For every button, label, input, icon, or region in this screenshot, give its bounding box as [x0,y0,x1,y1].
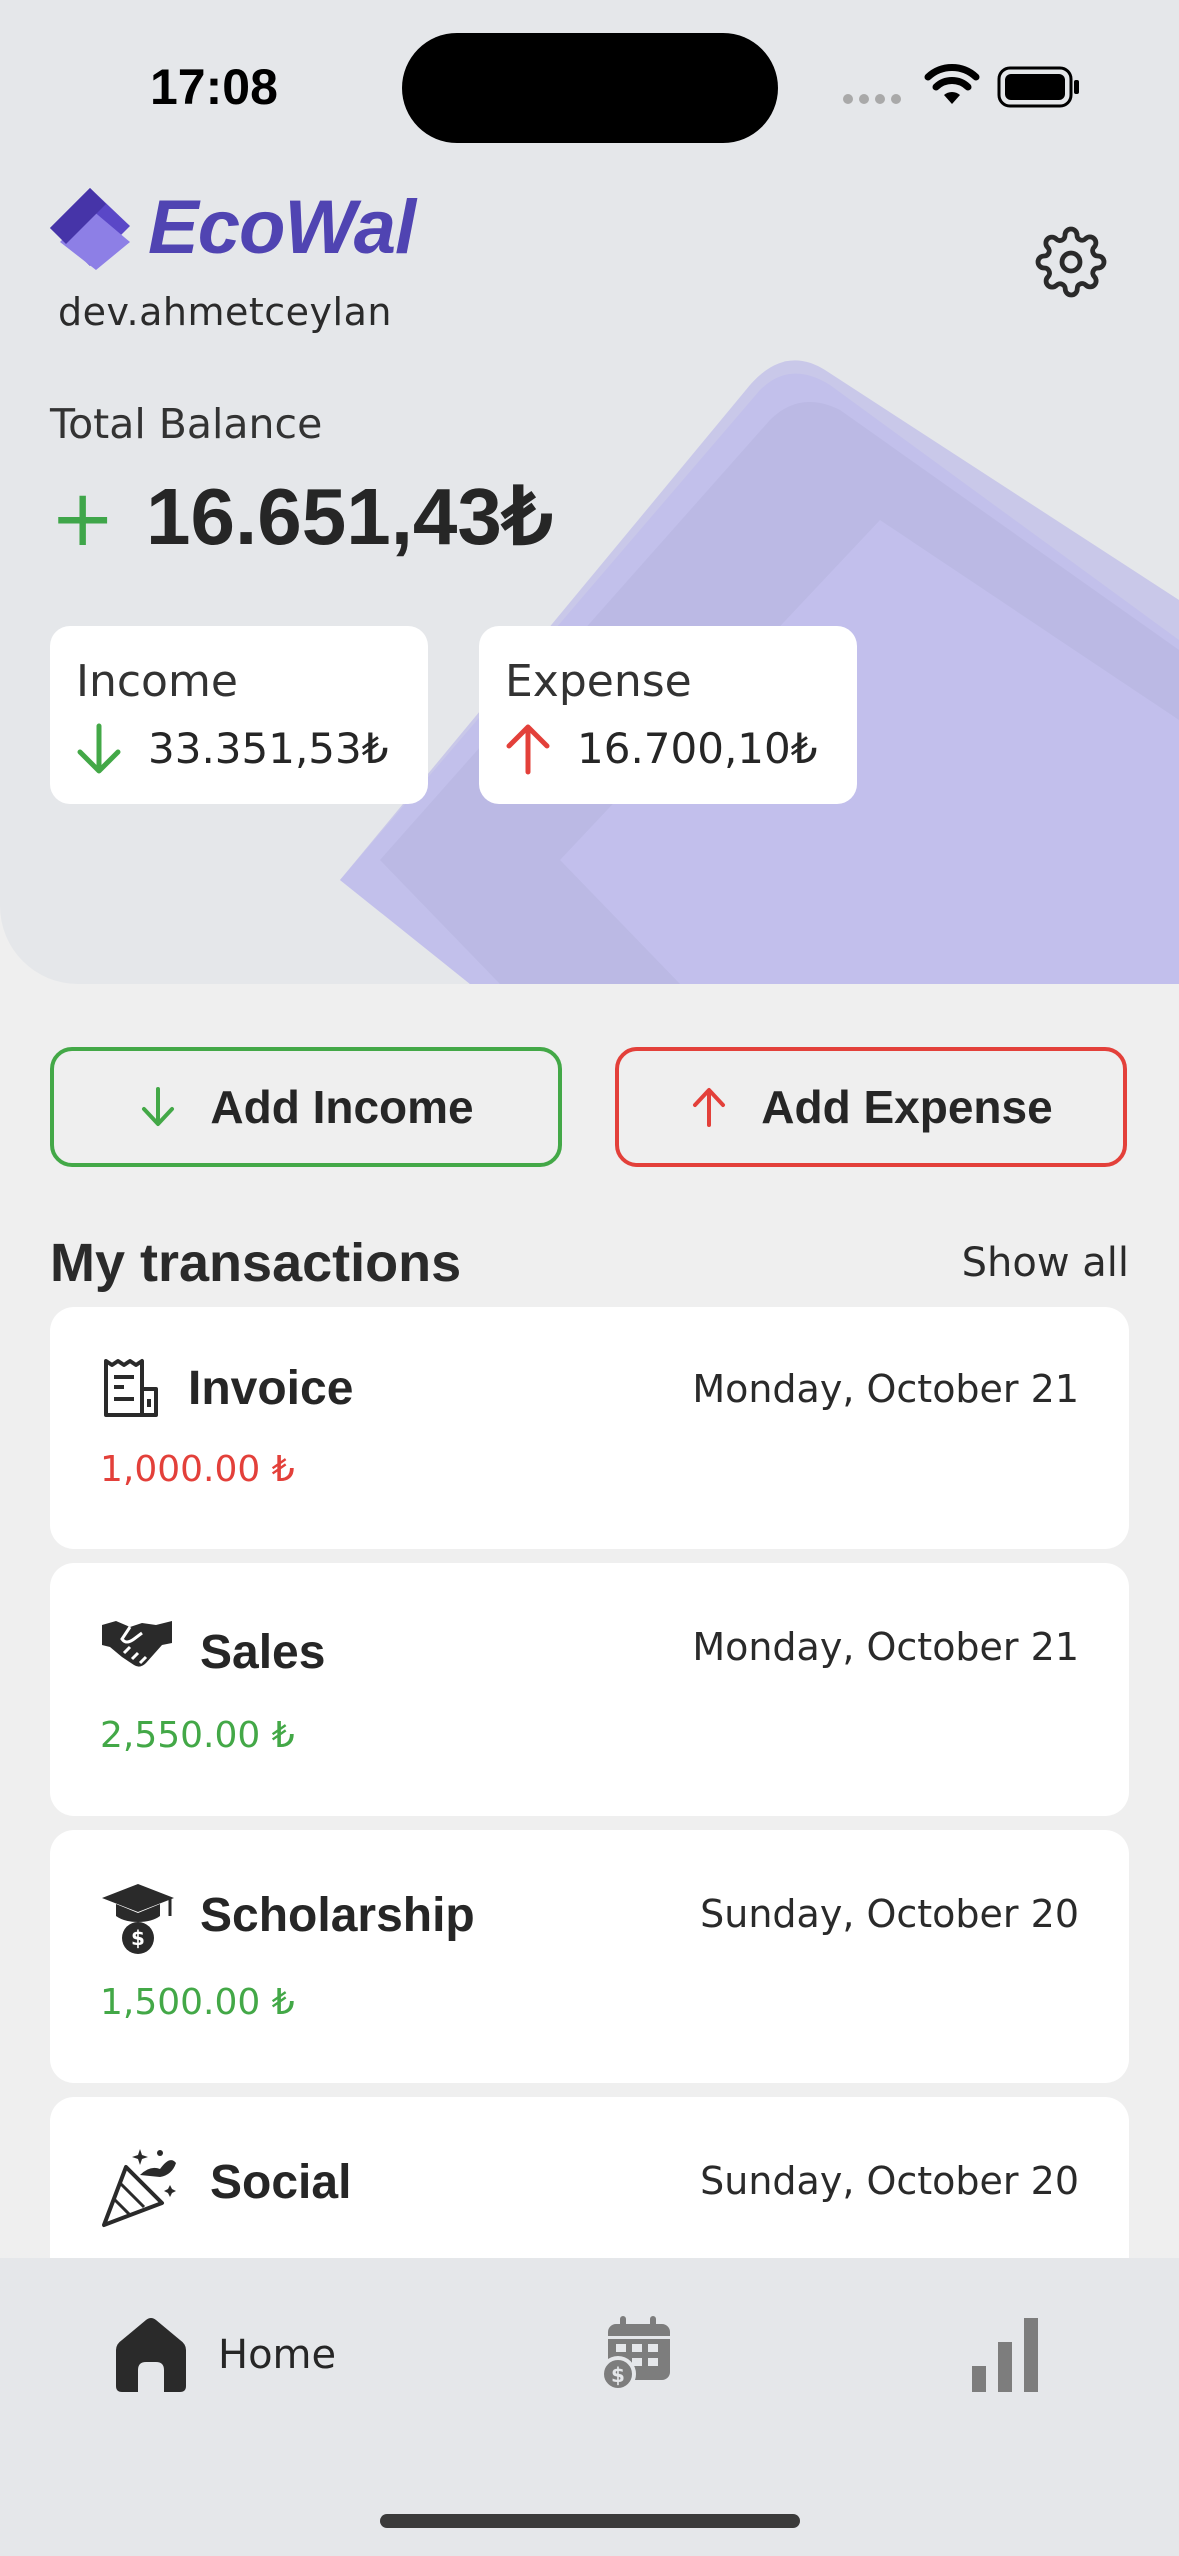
app-logo-text: EcoWal [148,185,416,270]
transaction-amount: 1,500.00 ₺ [100,1982,295,2023]
home-indicator [380,2514,800,2528]
calendar-money-icon[interactable]: $ [602,2314,674,2394]
receipt-icon [104,1359,158,1417]
total-balance-label: Total Balance [50,400,323,448]
transaction-date: Monday, October 21 [692,1625,1079,1669]
show-all-link[interactable]: Show all [962,1240,1129,1286]
income-summary-card: Income 33.351,53₺ [50,626,428,804]
settings-gear-icon[interactable] [1035,226,1107,298]
arrow-down-icon [142,1087,175,1126]
arrow-down-icon [77,723,121,774]
party-popper-icon [102,2149,176,2227]
signal-icon [843,94,901,104]
income-label: Income [76,656,238,707]
add-expense-button[interactable]: Add Expense [615,1047,1127,1167]
balance-amount: 16.651,43₺ [146,472,553,561]
transaction-date: Sunday, October 20 [700,1892,1079,1936]
logo-icon [50,188,130,270]
balance-sign: + [50,474,116,564]
transaction-name: Invoice [188,1362,354,1415]
graduation-cap-icon: $ [102,1884,174,1954]
transaction-date: Sunday, October 20 [700,2159,1079,2203]
add-income-label: Add Income [210,1081,474,1133]
transactions-title: My transactions [50,1233,462,1293]
svg-text:$: $ [131,1926,145,1950]
bar-chart-icon[interactable] [970,2314,1042,2394]
arrow-up-icon [693,1088,726,1127]
transaction-card[interactable]: $ Scholarship Sunday, October 20 1,500.0… [50,1830,1129,2083]
transaction-name: Social [210,2156,352,2209]
add-expense-label: Add Expense [761,1081,1053,1133]
transaction-name: Scholarship [200,1889,475,1942]
transaction-date: Monday, October 21 [692,1367,1079,1411]
transaction-name: Sales [200,1626,326,1679]
expense-label: Expense [505,656,692,707]
add-income-button[interactable]: Add Income [50,1047,562,1167]
battery-icon [997,66,1079,108]
nav-home-label: Home [218,2332,337,2378]
transaction-card[interactable]: Sales Monday, October 21 2,550.00 ₺ [50,1563,1129,1816]
handshake-icon [102,1621,172,1667]
svg-text:$: $ [611,2363,625,2387]
transaction-amount: 1,000.00 ₺ [100,1449,295,1490]
username: dev.ahmetceylan [58,290,392,334]
dynamic-island [402,33,778,143]
home-icon [116,2318,186,2392]
status-time: 17:08 [150,59,278,115]
bottom-nav: Home $ [0,2258,1179,2556]
nav-home-tab[interactable]: Home [110,2314,336,2396]
arrow-up-icon [506,724,550,775]
expense-summary-card: Expense 16.700,10₺ [479,626,857,804]
transaction-amount: 2,550.00 ₺ [100,1715,295,1756]
income-value: 33.351,53₺ [148,724,389,773]
transaction-card[interactable]: Invoice Monday, October 21 1,000.00 ₺ [50,1307,1129,1549]
wifi-icon [924,64,980,104]
expense-value: 16.700,10₺ [577,724,818,773]
